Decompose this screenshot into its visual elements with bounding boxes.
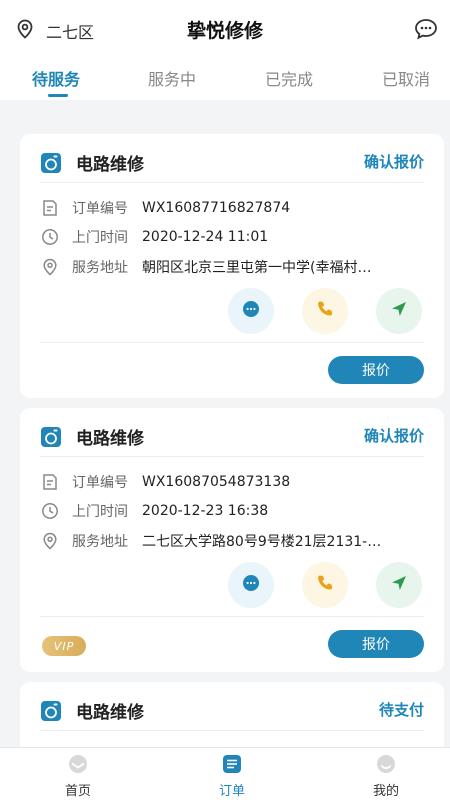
home-icon bbox=[67, 754, 89, 778]
nav-orders-label: 订单 bbox=[218, 784, 245, 799]
message-button[interactable] bbox=[414, 18, 438, 44]
quote-button[interactable]: 报价 bbox=[328, 630, 424, 658]
navigation-arrow-icon bbox=[390, 574, 408, 596]
chat-bubble-icon bbox=[414, 19, 438, 44]
order-title: 电路维修 bbox=[76, 429, 144, 449]
tab-pending-service[interactable]: 待服务 bbox=[32, 66, 80, 90]
message-customer-button[interactable] bbox=[228, 288, 274, 334]
navigation-arrow-icon bbox=[390, 300, 408, 322]
order-title: 电路维修 bbox=[76, 155, 144, 175]
order-card[interactable]: 电路维修 确认报价 订单编号 WX16087716827874 上门时间 202… bbox=[20, 134, 444, 398]
clock-icon bbox=[40, 501, 60, 521]
message-customer-button[interactable] bbox=[228, 562, 274, 608]
nav-profile-label: 我的 bbox=[372, 784, 399, 799]
phone-icon bbox=[316, 300, 334, 322]
service-category-icon bbox=[40, 426, 62, 452]
order-number-label: 订单编号 bbox=[72, 201, 128, 217]
tab-in-service[interactable]: 服务中 bbox=[148, 66, 196, 90]
visit-time-row: 上门时间 2020-12-23 16:38 bbox=[40, 499, 424, 523]
nav-home[interactable]: 首页 bbox=[38, 754, 118, 799]
order-tabs: 待服务 服务中 已完成 已取消 bbox=[0, 62, 450, 98]
order-card-header: 电路维修 确认报价 bbox=[20, 134, 444, 186]
divider bbox=[40, 342, 424, 343]
divider bbox=[40, 616, 424, 617]
order-number-value: WX16087054873138 bbox=[142, 474, 291, 490]
chat-bubble-icon bbox=[242, 574, 260, 596]
nav-orders[interactable]: 订单 bbox=[192, 754, 272, 799]
profile-icon bbox=[375, 754, 397, 778]
navigate-button[interactable] bbox=[376, 288, 422, 334]
service-address-value: 朝阳区北京三里屯第一中学(幸福村… bbox=[142, 260, 372, 276]
order-document-icon bbox=[40, 198, 60, 218]
order-status: 待支付 bbox=[378, 701, 424, 719]
order-card[interactable]: 电路维修 确认报价 订单编号 WX16087054873138 上门时间 202… bbox=[20, 408, 444, 672]
phone-icon bbox=[316, 574, 334, 596]
navigate-button[interactable] bbox=[376, 562, 422, 608]
order-number-row: 订单编号 WX16087054873138 bbox=[40, 470, 424, 494]
order-card[interactable]: 电路维修 待支付 bbox=[20, 682, 444, 747]
visit-time-value: 2020-12-24 11:01 bbox=[142, 229, 269, 245]
service-address-value: 二七区大学路80号9号楼21层2131-… bbox=[142, 534, 382, 550]
call-customer-button[interactable] bbox=[302, 562, 348, 608]
service-category-icon bbox=[40, 700, 62, 726]
visit-time-label: 上门时间 bbox=[72, 230, 128, 246]
service-address-label: 服务地址 bbox=[72, 260, 128, 276]
service-address-row: 服务地址 二七区大学路80号9号楼21层2131-… bbox=[40, 529, 424, 553]
order-title: 电路维修 bbox=[76, 703, 144, 723]
divider bbox=[40, 456, 424, 457]
tab-cancelled[interactable]: 已取消 bbox=[382, 66, 430, 90]
active-tab-indicator bbox=[48, 94, 68, 97]
quote-button[interactable]: 报价 bbox=[328, 356, 424, 384]
order-number-label: 订单编号 bbox=[72, 475, 128, 491]
visit-time-row: 上门时间 2020-12-24 11:01 bbox=[40, 225, 424, 249]
order-card-header: 电路维修 确认报价 bbox=[20, 408, 444, 460]
order-status: 确认报价 bbox=[363, 153, 424, 171]
vip-badge: VIP bbox=[42, 636, 86, 656]
service-address-label: 服务地址 bbox=[72, 534, 128, 550]
header: 二七区 挚悦修修 待服务 服务中 已完成 已取消 bbox=[0, 0, 450, 100]
top-bar: 二七区 挚悦修修 bbox=[0, 10, 450, 50]
chat-bubble-icon bbox=[242, 300, 260, 322]
visit-time-value: 2020-12-23 16:38 bbox=[142, 503, 269, 519]
app-title: 挚悦修修 bbox=[186, 20, 263, 42]
order-list-icon bbox=[222, 754, 242, 778]
divider bbox=[40, 730, 424, 731]
divider bbox=[40, 182, 424, 183]
order-number-row: 订单编号 WX16087716827874 bbox=[40, 196, 424, 220]
order-list[interactable]: 电路维修 确认报价 订单编号 WX16087716827874 上门时间 202… bbox=[0, 100, 450, 747]
location-pin-icon bbox=[40, 531, 60, 551]
order-card-header: 电路维修 待支付 bbox=[20, 682, 444, 734]
order-number-value: WX16087716827874 bbox=[142, 200, 291, 216]
order-document-icon bbox=[40, 472, 60, 492]
visit-time-label: 上门时间 bbox=[72, 504, 128, 520]
bottom-nav: 首页 订单 我的 bbox=[0, 747, 450, 800]
order-status: 确认报价 bbox=[363, 427, 424, 445]
tab-completed[interactable]: 已完成 bbox=[265, 66, 313, 90]
call-customer-button[interactable] bbox=[302, 288, 348, 334]
nav-profile[interactable]: 我的 bbox=[346, 754, 426, 799]
service-category-icon bbox=[40, 152, 62, 178]
service-address-row: 服务地址 朝阳区北京三里屯第一中学(幸福村… bbox=[40, 255, 424, 279]
nav-home-label: 首页 bbox=[64, 784, 91, 799]
clock-icon bbox=[40, 227, 60, 247]
location-pin-icon bbox=[40, 257, 60, 277]
